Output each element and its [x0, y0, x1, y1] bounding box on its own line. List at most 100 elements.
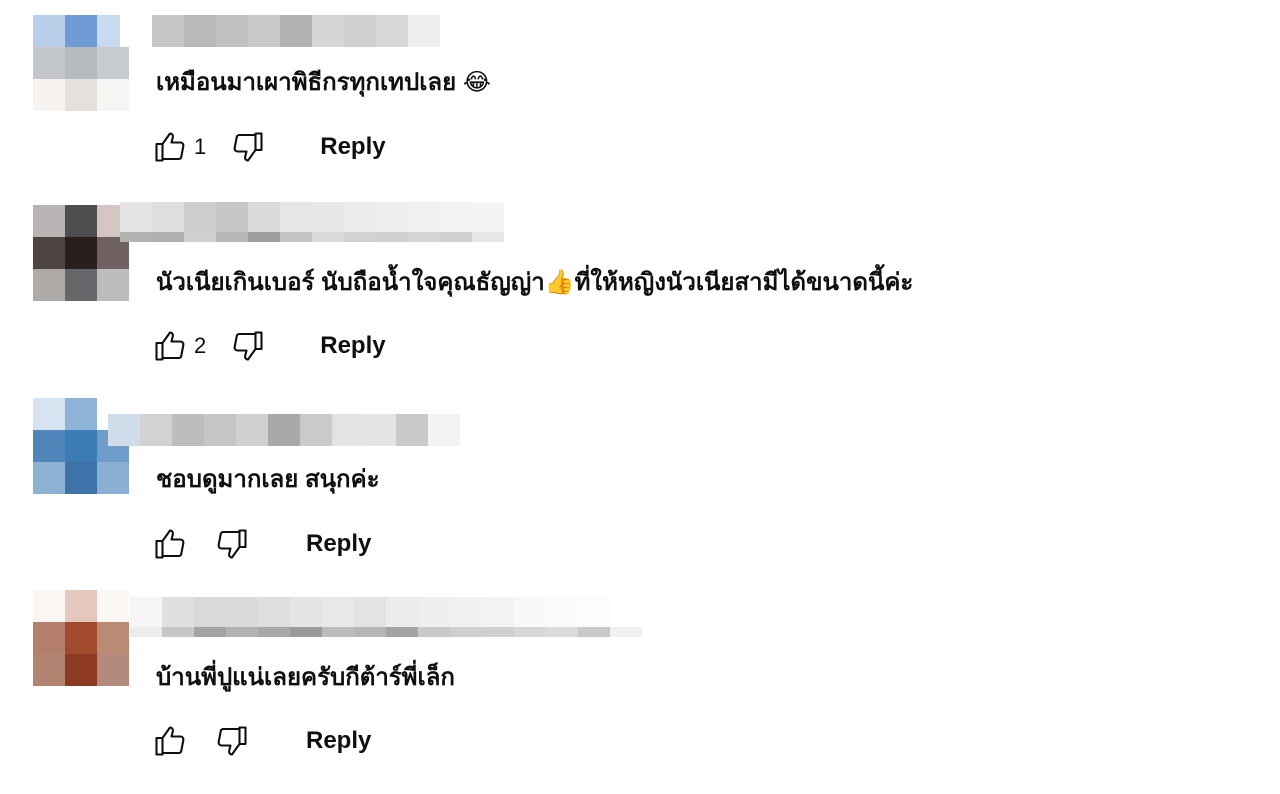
avatar-pixel: [33, 430, 65, 462]
avatar-pixel: [65, 622, 97, 654]
avatar[interactable]: [33, 15, 129, 111]
author-pixel: [408, 202, 440, 232]
dislike-icon[interactable]: [212, 721, 252, 761]
author-pixel: [332, 414, 364, 446]
avatar-pixel: [65, 205, 97, 237]
avatar-pixel: [97, 269, 129, 301]
avatar-pixel: [97, 622, 129, 654]
author-pixel: [376, 232, 408, 242]
like-icon[interactable]: [150, 721, 190, 761]
avatar-pixel: [97, 47, 129, 79]
author-pixel: [140, 414, 172, 446]
author-pixel: [216, 232, 248, 242]
comment-actions: 2 Reply: [150, 326, 386, 366]
author-pixel: [226, 597, 258, 627]
author-pixel: [440, 202, 472, 232]
like-count: 2: [194, 333, 207, 358]
author-pixel: [408, 15, 440, 47]
author-pixel: [364, 414, 396, 446]
dislike-icon[interactable]: [228, 127, 268, 167]
author-pixel: [312, 232, 344, 242]
author-pixel: [344, 15, 376, 47]
avatar-pixel: [97, 654, 129, 686]
author-pixel: [418, 627, 450, 637]
author-pixel: [248, 15, 280, 47]
author-pixel: [194, 597, 226, 627]
author-pixel: [344, 202, 376, 232]
author-pixel: [204, 414, 236, 446]
author-pixel: [248, 202, 280, 232]
author-pixel: [130, 627, 162, 637]
author-pixel: [172, 414, 204, 446]
author-pixel: [152, 15, 184, 47]
avatar-pixel: [65, 237, 97, 269]
author-pixel-row: [120, 232, 504, 242]
avatar-pixel: [33, 47, 65, 79]
avatar-pixel: [33, 269, 65, 301]
author-pixel: [300, 414, 332, 446]
author-pixel: [162, 627, 194, 637]
avatar[interactable]: [33, 590, 129, 686]
author-pixel: [120, 232, 152, 242]
author-pixel: [216, 202, 248, 232]
author-pixel: [226, 627, 258, 637]
avatar-pixel: [65, 398, 97, 430]
avatar[interactable]: [33, 205, 129, 301]
author-pixel: [120, 202, 152, 232]
dislike-icon[interactable]: [212, 524, 252, 564]
avatar[interactable]: [33, 398, 129, 494]
author-pixel: [162, 597, 194, 627]
avatar-pixel: [97, 590, 129, 622]
comment-actions: Reply: [150, 524, 371, 564]
like-icon[interactable]: [150, 326, 190, 366]
author-pixel: [514, 597, 546, 627]
author-pixel: [194, 627, 226, 637]
author-pixel: [376, 202, 408, 232]
author-pixel: [184, 15, 216, 47]
author-pixel: [236, 414, 268, 446]
author-pixel: [482, 597, 514, 627]
author-pixel: [130, 597, 162, 627]
author-pixel: [428, 414, 460, 446]
reply-button[interactable]: Reply: [306, 727, 371, 755]
author-pixel: [184, 202, 216, 232]
like-icon[interactable]: [150, 127, 190, 167]
avatar-pixel: [33, 79, 65, 111]
dislike-icon[interactable]: [228, 326, 268, 366]
like-icon[interactable]: [150, 524, 190, 564]
author-pixel: [248, 232, 280, 242]
author-pixel: [152, 202, 184, 232]
avatar-pixel: [65, 79, 97, 111]
reply-button[interactable]: Reply: [320, 332, 385, 360]
author-pixel: [514, 627, 546, 637]
avatar-pixel: [65, 654, 97, 686]
author-name[interactable]: [120, 15, 440, 47]
author-name[interactable]: [120, 202, 504, 242]
comment-text: ชอบดูมากเลย สนุกค่ะ: [156, 466, 380, 493]
author-pixel: [440, 232, 472, 242]
avatar-pixel: [65, 462, 97, 494]
comment-text: บ้านพี่ปูแน่เลยครับกีต้าร์พี่เล็ก: [156, 664, 455, 691]
avatar-pixel: [33, 205, 65, 237]
author-pixel: [290, 597, 322, 627]
author-pixel: [418, 597, 450, 627]
avatar-pixel: [33, 398, 65, 430]
author-pixel-row: [130, 627, 642, 637]
author-name[interactable]: [130, 597, 642, 637]
avatar-pixel: [65, 47, 97, 79]
author-name[interactable]: [108, 414, 460, 446]
avatar-pixel: [33, 622, 65, 654]
like-count: 1: [194, 134, 207, 159]
author-pixel: [290, 627, 322, 637]
author-pixel: [280, 232, 312, 242]
avatar-pixel: [65, 430, 97, 462]
reply-button[interactable]: Reply: [320, 133, 385, 161]
author-pixel: [610, 597, 642, 627]
author-pixel: [268, 414, 300, 446]
author-pixel: [258, 627, 290, 637]
author-pixel: [280, 202, 312, 232]
author-pixel: [578, 597, 610, 627]
author-pixel: [322, 597, 354, 627]
reply-button[interactable]: Reply: [306, 530, 371, 558]
author-pixel: [450, 627, 482, 637]
